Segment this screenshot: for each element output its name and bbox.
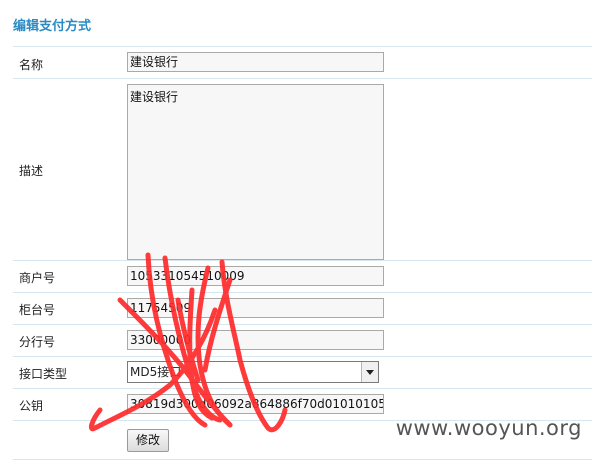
wooyun-watermark: www.wooyun.org: [395, 416, 582, 440]
scribble-stroke: [219, 259, 288, 433]
red-scribble-redaction: [88, 252, 288, 433]
